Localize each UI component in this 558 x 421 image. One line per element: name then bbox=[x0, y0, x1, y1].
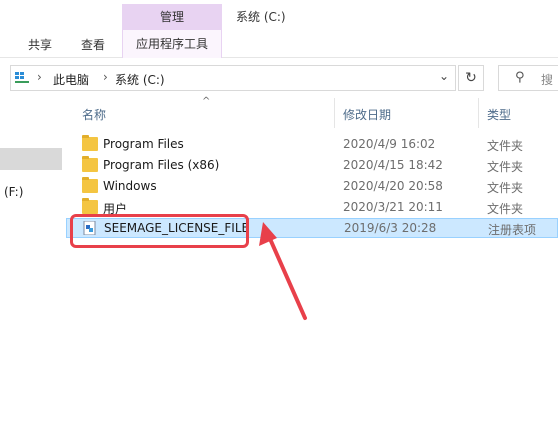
breadcrumb-c-drive[interactable]: 系统 (C:) bbox=[115, 71, 165, 88]
file-date: 2019/6/3 20:28 bbox=[344, 221, 437, 235]
navigation-pane: (F:) bbox=[0, 98, 66, 421]
address-bar[interactable]: › 此电脑 › 系统 (C:) ⌄ bbox=[10, 65, 456, 91]
tab-view[interactable]: 查看 bbox=[81, 36, 105, 53]
folder-icon bbox=[82, 198, 98, 214]
file-type: 文件夹 bbox=[487, 181, 524, 195]
file-row[interactable]: Program Files 2020/4/9 16:02 文件夹 bbox=[66, 134, 558, 154]
file-type: 注册表项 bbox=[488, 223, 537, 237]
column-header-type[interactable]: 类型 bbox=[487, 106, 511, 123]
address-dropdown-icon[interactable]: ⌄ bbox=[439, 69, 449, 83]
tab-manage[interactable]: 管理 bbox=[122, 4, 222, 30]
column-header-name[interactable]: 名称 bbox=[82, 106, 106, 123]
address-row: › 此电脑 › 系统 (C:) ⌄ ↻ ⚲ 搜 bbox=[0, 58, 558, 98]
file-name: Program Files (x86) bbox=[103, 158, 220, 172]
search-placeholder: 搜 bbox=[541, 73, 554, 87]
file-row[interactable]: Program Files (x86) 2020/4/15 18:42 文件夹 bbox=[66, 155, 558, 175]
tab-share[interactable]: 共享 bbox=[28, 36, 52, 53]
file-name: Windows bbox=[103, 179, 157, 193]
file-type: 文件夹 bbox=[487, 202, 524, 216]
annotation-arrow-icon bbox=[259, 222, 307, 320]
window-title: 系统 (C:) bbox=[236, 10, 286, 24]
breadcrumb-separator-icon[interactable]: › bbox=[103, 70, 108, 84]
folder-icon bbox=[82, 177, 98, 193]
folder-icon bbox=[82, 135, 98, 151]
tab-app-tools[interactable]: 应用程序工具 bbox=[122, 30, 222, 58]
refresh-button[interactable]: ↻ bbox=[458, 65, 484, 91]
ribbon-tabs: 共享 查看 应用程序工具 bbox=[0, 30, 558, 58]
column-headers: 名称 修改日期 类型 bbox=[66, 98, 558, 128]
title-bar: 管理 系统 (C:) bbox=[0, 0, 558, 30]
search-input[interactable]: ⚲ 搜 bbox=[498, 65, 558, 91]
breadcrumb-this-pc[interactable]: 此电脑 bbox=[53, 71, 89, 88]
this-pc-icon bbox=[15, 72, 29, 83]
file-type: 文件夹 bbox=[487, 139, 524, 153]
folder-icon bbox=[82, 156, 98, 172]
file-date: 2020/4/9 16:02 bbox=[343, 137, 436, 151]
file-date: 2020/4/20 20:58 bbox=[343, 179, 443, 193]
column-divider[interactable] bbox=[334, 98, 335, 128]
file-type: 文件夹 bbox=[487, 160, 524, 174]
search-icon: ⚲ bbox=[515, 70, 525, 85]
nav-item-drive-f[interactable]: (F:) bbox=[4, 185, 23, 199]
file-date: 2020/4/15 18:42 bbox=[343, 158, 443, 172]
column-header-date[interactable]: 修改日期 bbox=[343, 106, 391, 123]
column-divider[interactable] bbox=[478, 98, 479, 128]
breadcrumb-separator-icon[interactable]: › bbox=[37, 70, 42, 84]
file-date: 2020/3/21 20:11 bbox=[343, 200, 443, 214]
annotation-highlight-box bbox=[70, 214, 249, 248]
refresh-icon: ↻ bbox=[465, 70, 477, 86]
file-row[interactable]: Windows 2020/4/20 20:58 文件夹 bbox=[66, 176, 558, 196]
nav-item-selected[interactable] bbox=[0, 148, 62, 170]
file-name: Program Files bbox=[103, 137, 184, 151]
